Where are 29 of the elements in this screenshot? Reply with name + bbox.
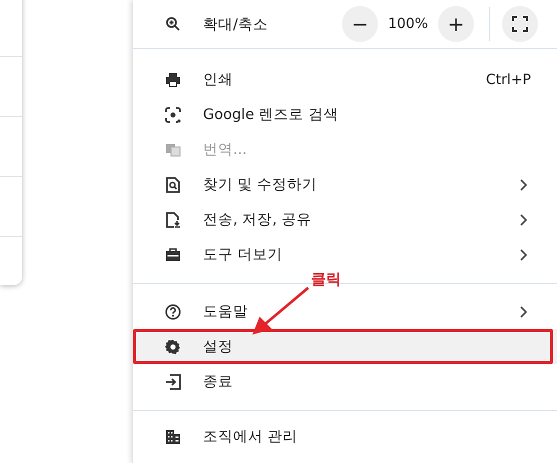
menu-item[interactable]: 조직에서 관리 xyxy=(133,419,557,454)
printer-icon xyxy=(165,72,181,88)
zoom-in-icon xyxy=(165,16,181,32)
document-download-icon xyxy=(165,212,181,228)
help-icon xyxy=(165,304,181,320)
zoom-label: 확대/축소 xyxy=(203,16,268,34)
menu-item[interactable]: 도움말 xyxy=(133,294,557,329)
annotation-arrow xyxy=(252,286,310,335)
menu-item[interactable]: 설정 xyxy=(133,329,557,364)
shortcut-label: Ctrl+P xyxy=(486,72,531,88)
menu-item[interactable]: 도구 더보기 xyxy=(133,237,557,272)
zoom-out-button[interactable]: − xyxy=(342,6,378,42)
camera-lens-icon xyxy=(165,106,181,122)
document-search-icon xyxy=(165,176,181,192)
settings-icon xyxy=(165,338,181,354)
fullscreen-icon xyxy=(512,16,528,32)
zoom-value: 100% xyxy=(386,16,430,32)
menu-item[interactable]: 찾기 및 수정하기 xyxy=(133,167,557,202)
menu-item[interactable]: 종료 xyxy=(133,364,557,399)
menu-item[interactable]: Google 렌즈로 검색 xyxy=(133,97,557,132)
zoom-in-button[interactable]: + xyxy=(438,6,474,42)
fullscreen-button[interactable] xyxy=(502,6,538,42)
menu-item[interactable]: 전송, 저장, 공유 xyxy=(133,202,557,237)
exit-icon xyxy=(165,374,181,390)
menu-item[interactable]: 인쇄 Ctrl+P xyxy=(133,62,557,97)
toolbox-icon xyxy=(165,246,181,262)
building-icon xyxy=(165,428,181,444)
annotation-label: 클릭 xyxy=(311,272,341,287)
translate-icon xyxy=(165,142,181,158)
